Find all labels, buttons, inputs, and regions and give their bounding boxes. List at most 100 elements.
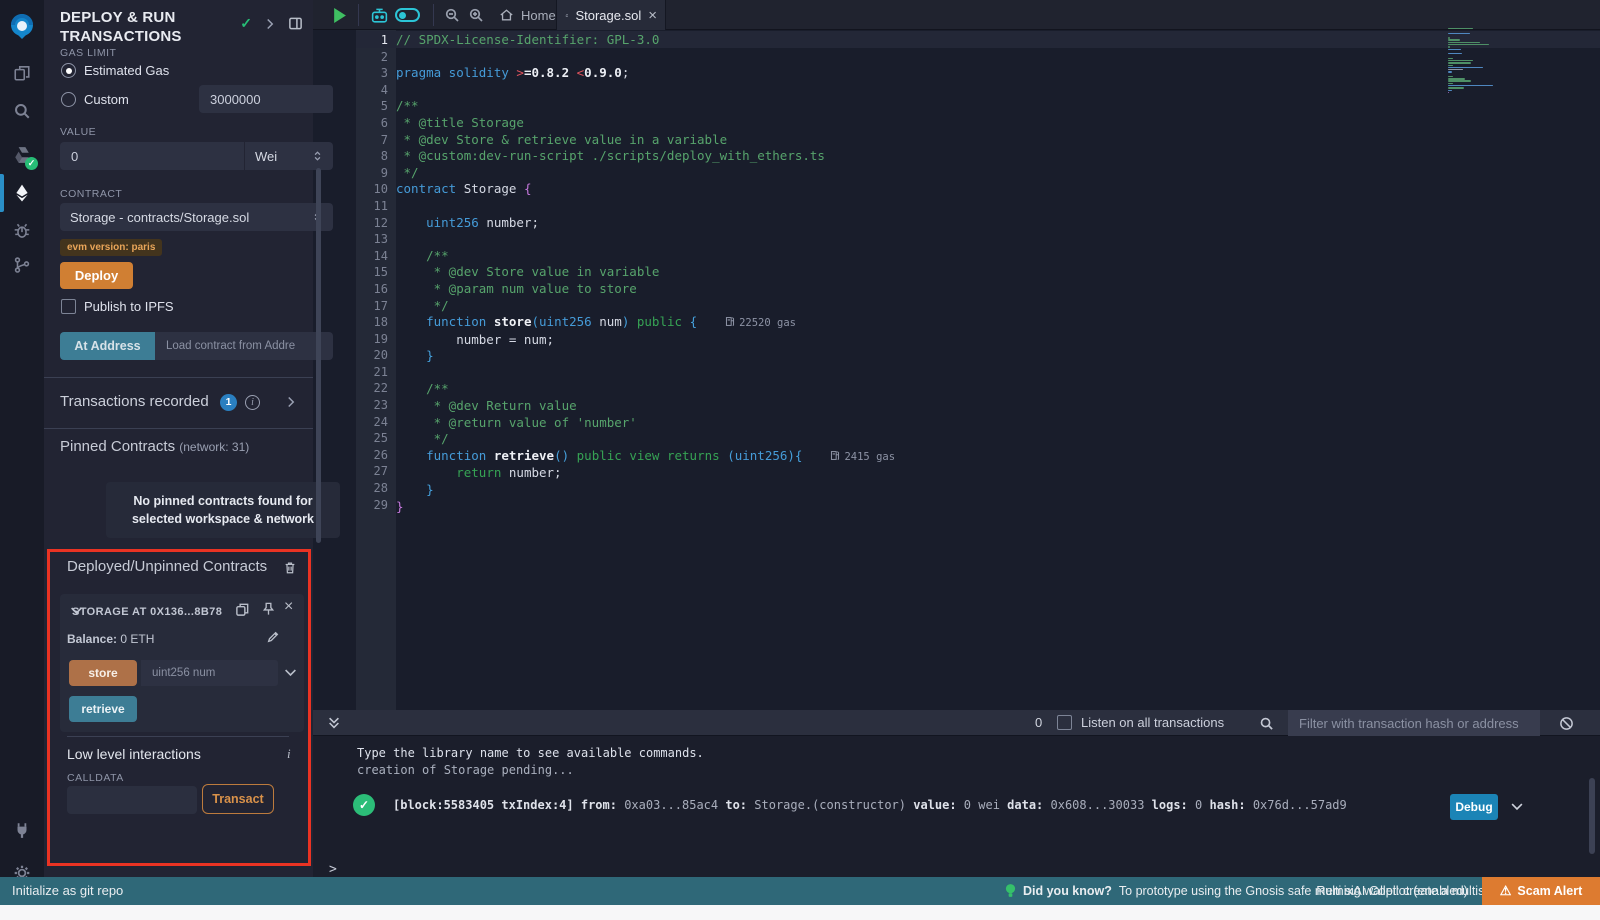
robot-icon bbox=[370, 7, 389, 24]
close-contract-icon[interactable]: × bbox=[284, 598, 293, 616]
custom-gas-input[interactable] bbox=[199, 85, 333, 113]
sidebar-item-deploy-and-run[interactable] bbox=[0, 176, 44, 210]
copilot-status[interactable]: RemixAI Copilot (enabled) bbox=[1316, 883, 1468, 898]
zoom-out-button[interactable] bbox=[444, 0, 460, 30]
terminal-search-icon[interactable] bbox=[1259, 716, 1274, 731]
plug-icon bbox=[13, 821, 31, 839]
remix-logo[interactable] bbox=[0, 8, 44, 46]
tx-expand-icon[interactable] bbox=[1509, 800, 1525, 813]
section-divider bbox=[44, 428, 313, 429]
retrieve-button[interactable]: retrieve bbox=[69, 696, 137, 722]
value-input[interactable] bbox=[60, 142, 244, 170]
listen-all-checkbox[interactable] bbox=[1057, 715, 1072, 730]
balance-label: Balance: bbox=[67, 632, 117, 646]
pinned-empty-line2: selected workspace & network bbox=[106, 510, 340, 528]
clear-terminal-icon[interactable] bbox=[1559, 716, 1574, 731]
sidebar-item-file-explorer[interactable] bbox=[0, 56, 44, 90]
debug-button[interactable]: Debug bbox=[1450, 794, 1498, 820]
pin-contract-icon[interactable] bbox=[261, 601, 276, 617]
transactions-count-badge: 1 bbox=[220, 394, 237, 411]
terminal-header: 0 Listen on all transactions bbox=[313, 710, 1600, 736]
git-branch-icon bbox=[13, 256, 31, 274]
remix-logo-icon bbox=[6, 11, 38, 43]
balance-value: 0 ETH bbox=[120, 632, 154, 646]
calldata-input[interactable] bbox=[67, 786, 197, 814]
warning-icon: ⚠ bbox=[1500, 883, 1512, 899]
tx-log-text: [block:5583405 txIndex:4] from: 0xa03...… bbox=[393, 798, 1347, 812]
terminal-prompt[interactable]: > bbox=[329, 862, 337, 877]
transactions-expand-icon[interactable] bbox=[285, 396, 297, 408]
sidebar-item-plugin-manager[interactable] bbox=[0, 813, 44, 847]
section-divider bbox=[67, 736, 289, 737]
low-level-info-icon[interactable]: i bbox=[287, 746, 291, 762]
tab-home-label: Home bbox=[521, 8, 556, 23]
estimated-gas-radio[interactable] bbox=[61, 63, 76, 78]
publish-ipfs-label: Publish to IPFS bbox=[84, 299, 174, 314]
search-icon bbox=[13, 102, 31, 120]
git-init-link[interactable]: Initialize as git repo bbox=[12, 883, 123, 898]
tip-bold: Did you know? bbox=[1023, 884, 1112, 898]
transaction-log-row[interactable]: ✓ [block:5583405 txIndex:4] from: 0xa03.… bbox=[353, 794, 1347, 816]
listen-all-label: Listen on all transactions bbox=[1081, 715, 1224, 730]
transact-button[interactable]: Transact bbox=[202, 784, 274, 814]
store-button[interactable]: store bbox=[69, 660, 137, 686]
contract-select[interactable]: Storage - contracts/Storage.sol bbox=[60, 203, 333, 231]
sidebar-item-search[interactable] bbox=[0, 94, 44, 128]
value-label: VALUE bbox=[60, 126, 96, 138]
trash-icon[interactable] bbox=[283, 560, 297, 575]
tab-close-icon[interactable]: × bbox=[648, 8, 657, 23]
file-explorer-icon bbox=[13, 64, 31, 82]
icon-rail: ✓ bbox=[0, 0, 44, 877]
low-level-title: Low level interactions bbox=[67, 746, 201, 762]
panel-title: DEPLOY & RUN TRANSACTIONS bbox=[60, 8, 240, 46]
tx-success-icon: ✓ bbox=[353, 794, 375, 816]
home-icon bbox=[499, 8, 514, 22]
transactions-recorded-label: Transactions recorded bbox=[60, 393, 209, 410]
gas-limit-label: GAS LIMIT bbox=[60, 47, 116, 59]
toolbar-separator bbox=[358, 4, 359, 26]
deploy-run-panel: DEPLOY & RUN TRANSACTIONS ✓ GAS LIMIT Es… bbox=[44, 0, 313, 877]
sidebar-item-git[interactable] bbox=[0, 248, 44, 282]
updown-arrows-icon bbox=[312, 150, 323, 162]
section-divider bbox=[44, 377, 313, 378]
pinned-contracts-title: Pinned Contracts (network: 31) bbox=[60, 438, 249, 455]
terminal-scrollbar[interactable] bbox=[1589, 778, 1595, 854]
run-script-button[interactable] bbox=[333, 0, 346, 30]
chevron-right-icon[interactable] bbox=[264, 18, 276, 30]
sidebar-item-solidity-compiler[interactable]: ✓ bbox=[0, 138, 44, 172]
contract-instance-header[interactable]: STORAGE AT 0X136...8B78 bbox=[72, 606, 222, 618]
browser-chrome-gap bbox=[0, 905, 1600, 920]
estimated-gas-label: Estimated Gas bbox=[84, 63, 169, 78]
terminal-line: creation of Storage pending... bbox=[357, 763, 574, 777]
pin-panel-icon[interactable] bbox=[288, 16, 303, 31]
filter-transactions-input[interactable] bbox=[1288, 710, 1540, 736]
at-address-button[interactable]: At Address bbox=[60, 332, 155, 360]
store-arg-input[interactable] bbox=[141, 660, 278, 686]
expand-terminal-icon[interactable] bbox=[327, 716, 341, 730]
zoom-in-button[interactable] bbox=[468, 0, 484, 30]
tab-storage-sol[interactable]: Storage.sol × bbox=[556, 0, 666, 30]
ai-copilot-button[interactable] bbox=[370, 0, 389, 30]
line-numbers: 1234567891011121314151617181920212223242… bbox=[356, 32, 388, 513]
copy-address-icon[interactable] bbox=[235, 602, 250, 617]
ethereum-deploy-icon bbox=[13, 184, 31, 202]
tab-home[interactable]: Home bbox=[499, 0, 556, 30]
publish-ipfs-checkbox[interactable] bbox=[61, 299, 76, 314]
transactions-info-icon[interactable]: i bbox=[245, 395, 260, 410]
code-lines[interactable]: // SPDX-License-Identifier: GPL-3.0 prag… bbox=[396, 32, 895, 515]
sidebar-item-debugger[interactable] bbox=[0, 214, 44, 248]
pinned-title-text: Pinned Contracts bbox=[60, 438, 175, 455]
zoom-in-icon bbox=[468, 7, 484, 23]
edit-balance-icon[interactable] bbox=[266, 630, 280, 644]
custom-gas-radio[interactable] bbox=[61, 92, 76, 107]
deploy-button[interactable]: Deploy bbox=[60, 262, 133, 289]
value-unit-selected: Wei bbox=[255, 149, 277, 164]
value-unit-select[interactable]: Wei bbox=[245, 142, 333, 170]
copilot-toggle[interactable] bbox=[395, 0, 420, 30]
scam-alert-button[interactable]: ⚠ Scam Alert bbox=[1482, 877, 1600, 905]
expand-args-icon[interactable] bbox=[284, 666, 297, 679]
balance-row: Balance: 0 ETH bbox=[67, 632, 154, 646]
minimap[interactable] bbox=[1448, 28, 1522, 100]
at-address-input[interactable] bbox=[155, 332, 333, 360]
panel-scrollbar[interactable] bbox=[316, 168, 321, 543]
